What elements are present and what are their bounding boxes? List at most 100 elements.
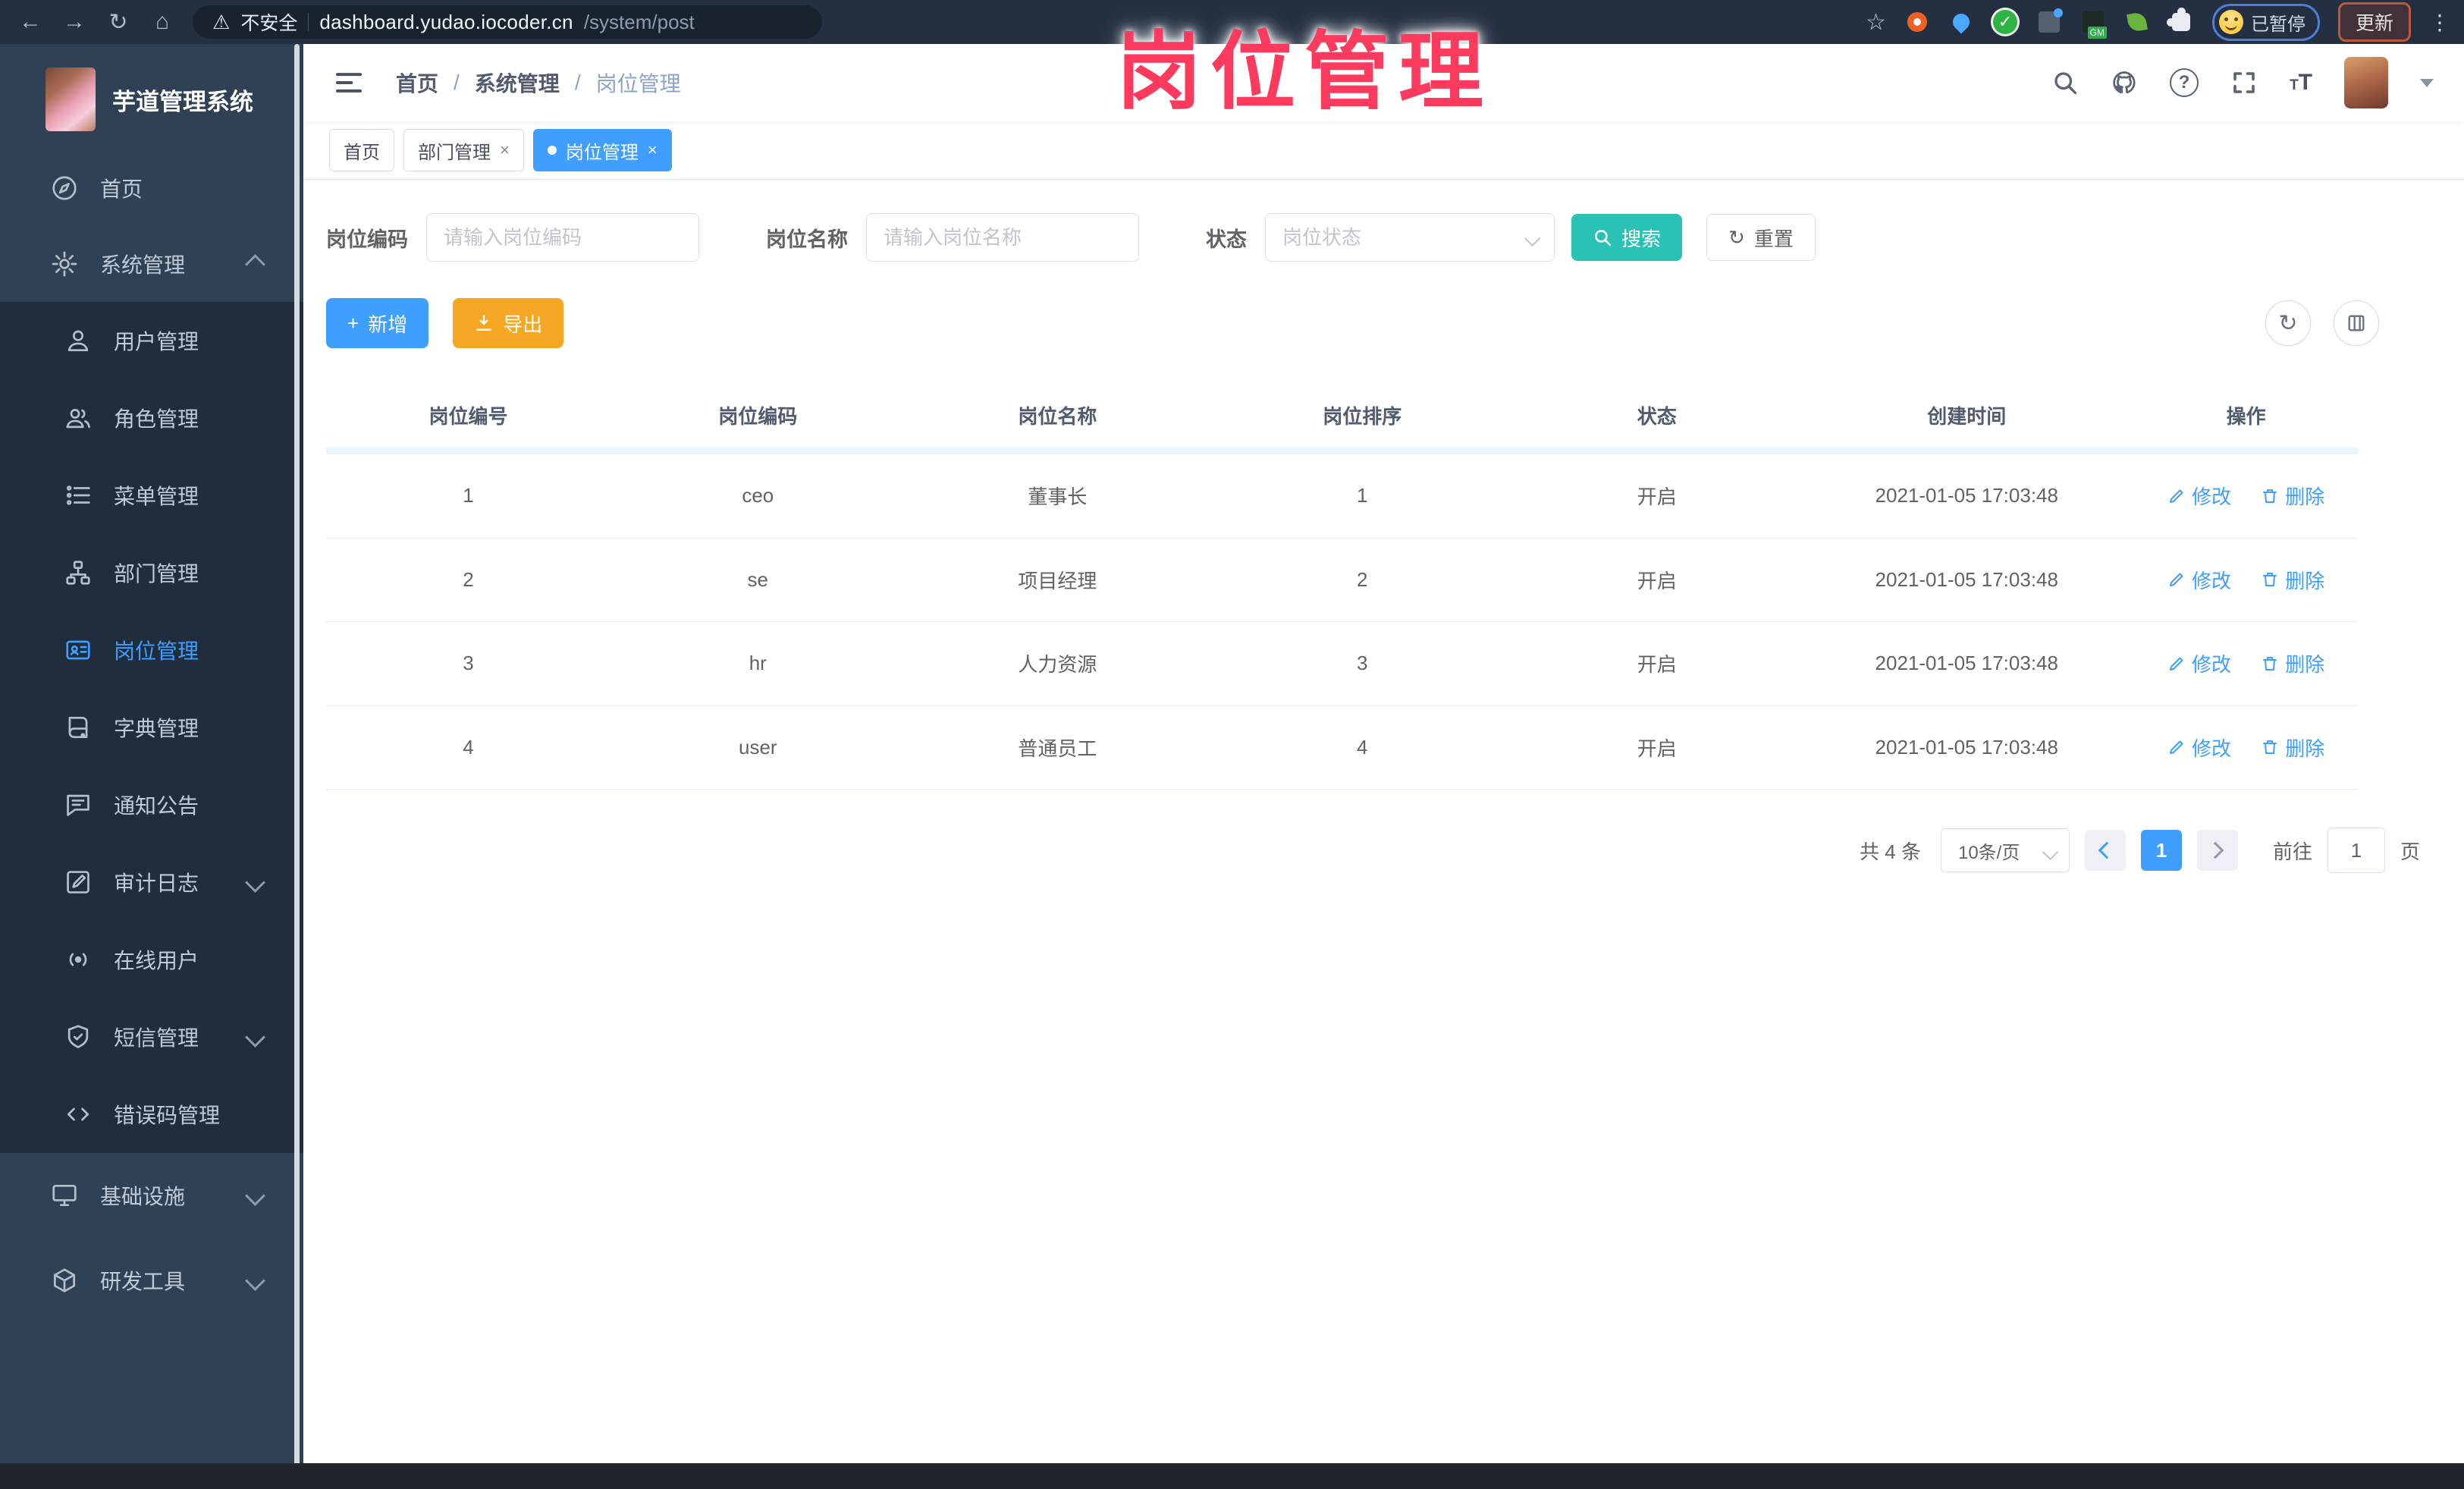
tab-label: 岗位管理 bbox=[565, 142, 639, 163]
extension-ubuntu-icon[interactable] bbox=[1904, 9, 1930, 35]
add-button-label: 新增 bbox=[368, 313, 408, 336]
sidebar-item-home[interactable]: 首页 bbox=[0, 150, 303, 226]
post-name-label: 岗位名称 bbox=[766, 228, 848, 251]
tab-posts[interactable]: 岗位管理 × bbox=[532, 129, 672, 171]
edit-link[interactable]: 修改 bbox=[2167, 734, 2231, 762]
breadcrumb-home[interactable]: 首页 bbox=[396, 68, 438, 98]
col-post-id: 岗位编号 bbox=[326, 380, 611, 454]
sidebar-item-menus[interactable]: 菜单管理 bbox=[0, 457, 303, 534]
cell-post-code: ceo bbox=[611, 451, 906, 539]
status-select-input[interactable] bbox=[1265, 213, 1555, 262]
fullscreen-icon[interactable] bbox=[2230, 69, 2258, 96]
sidebar-item-departments[interactable]: 部门管理 bbox=[0, 534, 303, 611]
help-icon[interactable]: ? bbox=[2170, 68, 2199, 97]
post-name-input[interactable] bbox=[866, 213, 1139, 262]
tab-home[interactable]: 首页 bbox=[329, 129, 394, 171]
back-icon[interactable]: ← bbox=[14, 5, 47, 39]
chevron-down-icon bbox=[245, 1270, 265, 1291]
caret-down-icon[interactable] bbox=[2420, 78, 2434, 87]
cell-post-id: 4 bbox=[326, 705, 611, 790]
page-number-1[interactable]: 1 bbox=[2140, 830, 2182, 871]
pencil-icon bbox=[2167, 570, 2186, 589]
extension-check-icon[interactable]: ✓ bbox=[1992, 9, 2018, 35]
reset-button-label: 重置 bbox=[1753, 227, 1794, 250]
pagination-total: 共 4 条 bbox=[1860, 840, 1921, 863]
page-size-input[interactable] bbox=[1940, 828, 2070, 872]
user-avatar[interactable] bbox=[2344, 57, 2388, 108]
profile-paused-badge[interactable]: 已暂停 bbox=[2211, 3, 2320, 41]
sidebar-item-error-codes[interactable]: 错误码管理 bbox=[0, 1076, 303, 1153]
delete-link[interactable]: 删除 bbox=[2261, 649, 2324, 677]
sidebar-item-posts[interactable]: 岗位管理 bbox=[0, 611, 303, 689]
goto-page-input[interactable] bbox=[2327, 828, 2385, 873]
column-settings-button[interactable] bbox=[2334, 300, 2379, 346]
table-header-row: 岗位编号 岗位编码 岗位名称 岗位排序 状态 创建时间 操作 bbox=[326, 380, 2358, 454]
edit-link[interactable]: 修改 bbox=[2167, 566, 2231, 594]
hamburger-icon[interactable] bbox=[334, 68, 364, 98]
col-status: 状态 bbox=[1514, 380, 1800, 454]
extension-grid-icon[interactable] bbox=[2036, 8, 2063, 35]
browser-menu-icon[interactable]: ⋮ bbox=[2429, 10, 2450, 35]
sidebar-item-roles[interactable]: 角色管理 bbox=[0, 379, 303, 457]
sidebar-item-dev-tools[interactable]: 研发工具 bbox=[0, 1238, 303, 1323]
cell-post-code: user bbox=[611, 705, 906, 790]
table-row: 1 ceo 董事长 1 开启 2021-01-05 17:03:48 修改 删除 bbox=[326, 451, 2358, 539]
sidebar-item-online-users[interactable]: 在线用户 bbox=[0, 921, 303, 998]
chevron-down-icon bbox=[245, 872, 265, 893]
sidebar-item-system[interactable]: 系统管理 bbox=[0, 226, 303, 302]
cell-post-code: hr bbox=[611, 621, 906, 706]
sidebar-item-label: 错误码管理 bbox=[114, 1104, 221, 1127]
app-logo-row[interactable]: 芋道管理系统 bbox=[0, 44, 303, 150]
table-row: 3 hr 人力资源 3 开启 2021-01-05 17:03:48 修改 删除 bbox=[326, 621, 2358, 706]
add-button[interactable]: + 新增 bbox=[326, 298, 429, 348]
delete-link[interactable]: 删除 bbox=[2261, 566, 2324, 594]
sidebar-item-infrastructure[interactable]: 基础设施 bbox=[0, 1153, 303, 1238]
font-size-icon[interactable]: TT bbox=[2290, 70, 2312, 96]
extension-pin-icon[interactable] bbox=[1948, 9, 1974, 35]
post-code-input[interactable] bbox=[426, 213, 699, 262]
breadcrumb-section[interactable]: 系统管理 bbox=[475, 68, 560, 98]
prev-page-button[interactable] bbox=[2084, 830, 2126, 871]
sidebar-item-label: 通知公告 bbox=[114, 794, 199, 818]
top-navbar: 首页 / 系统管理 / 岗位管理 ? TT bbox=[303, 44, 2464, 121]
home-icon[interactable]: ⌂ bbox=[146, 5, 179, 39]
forward-icon[interactable]: → bbox=[58, 5, 91, 39]
close-icon[interactable]: × bbox=[648, 140, 658, 160]
search-button[interactable]: 搜索 bbox=[1571, 214, 1683, 261]
export-button[interactable]: 导出 bbox=[453, 298, 564, 348]
bookmark-star-icon[interactable]: ☆ bbox=[1866, 9, 1886, 36]
page-size-select[interactable] bbox=[1940, 828, 2070, 872]
posts-table: 岗位编号 岗位编码 岗位名称 岗位排序 状态 创建时间 操作 1 ceo 董事长 bbox=[326, 380, 2358, 790]
extensions-puzzle-icon[interactable] bbox=[2166, 8, 2194, 35]
refresh-table-button[interactable]: ↻ bbox=[2265, 300, 2311, 346]
address-bar[interactable]: ⚠ 不安全 dashboard.yudao.iocoder.cn /system… bbox=[193, 5, 822, 39]
sidebar-item-users[interactable]: 用户管理 bbox=[0, 302, 303, 379]
cell-status: 开启 bbox=[1514, 538, 1800, 622]
browser-update-button[interactable]: 更新 bbox=[2337, 2, 2411, 42]
search-icon[interactable] bbox=[2051, 69, 2079, 96]
sidebar-item-notice[interactable]: 通知公告 bbox=[0, 766, 303, 843]
plus-icon: + bbox=[347, 311, 359, 335]
extension-gm-icon[interactable] bbox=[2080, 9, 2107, 39]
extension-leaf-icon[interactable] bbox=[2124, 9, 2150, 35]
browser-toolbar: ← → ↻ ⌂ ⚠ 不安全 dashboard.yudao.iocoder.cn… bbox=[0, 0, 2464, 44]
sidebar-item-audit-log[interactable]: 审计日志 bbox=[0, 843, 303, 921]
active-tab-dot bbox=[547, 146, 557, 155]
insecure-warning-icon: ⚠ bbox=[212, 10, 231, 33]
edit-link[interactable]: 修改 bbox=[2167, 649, 2231, 677]
list-icon bbox=[64, 481, 93, 510]
next-page-button[interactable] bbox=[2196, 830, 2238, 871]
sidebar-item-sms[interactable]: 短信管理 bbox=[0, 998, 303, 1076]
reset-button[interactable]: ↻ 重置 bbox=[1706, 214, 1816, 261]
cell-status: 开启 bbox=[1514, 621, 1800, 706]
edit-link[interactable]: 修改 bbox=[2167, 482, 2231, 510]
tab-departments[interactable]: 部门管理 × bbox=[403, 129, 524, 171]
delete-link[interactable]: 删除 bbox=[2261, 734, 2324, 762]
sidebar-item-dict[interactable]: 字典管理 bbox=[0, 689, 303, 766]
github-icon[interactable] bbox=[2111, 69, 2138, 96]
delete-link[interactable]: 删除 bbox=[2261, 482, 2324, 510]
cell-created: 2021-01-05 17:03:48 bbox=[1799, 621, 2135, 706]
close-icon[interactable]: × bbox=[500, 140, 510, 160]
status-select[interactable] bbox=[1265, 213, 1555, 262]
reload-icon[interactable]: ↻ bbox=[102, 5, 135, 39]
